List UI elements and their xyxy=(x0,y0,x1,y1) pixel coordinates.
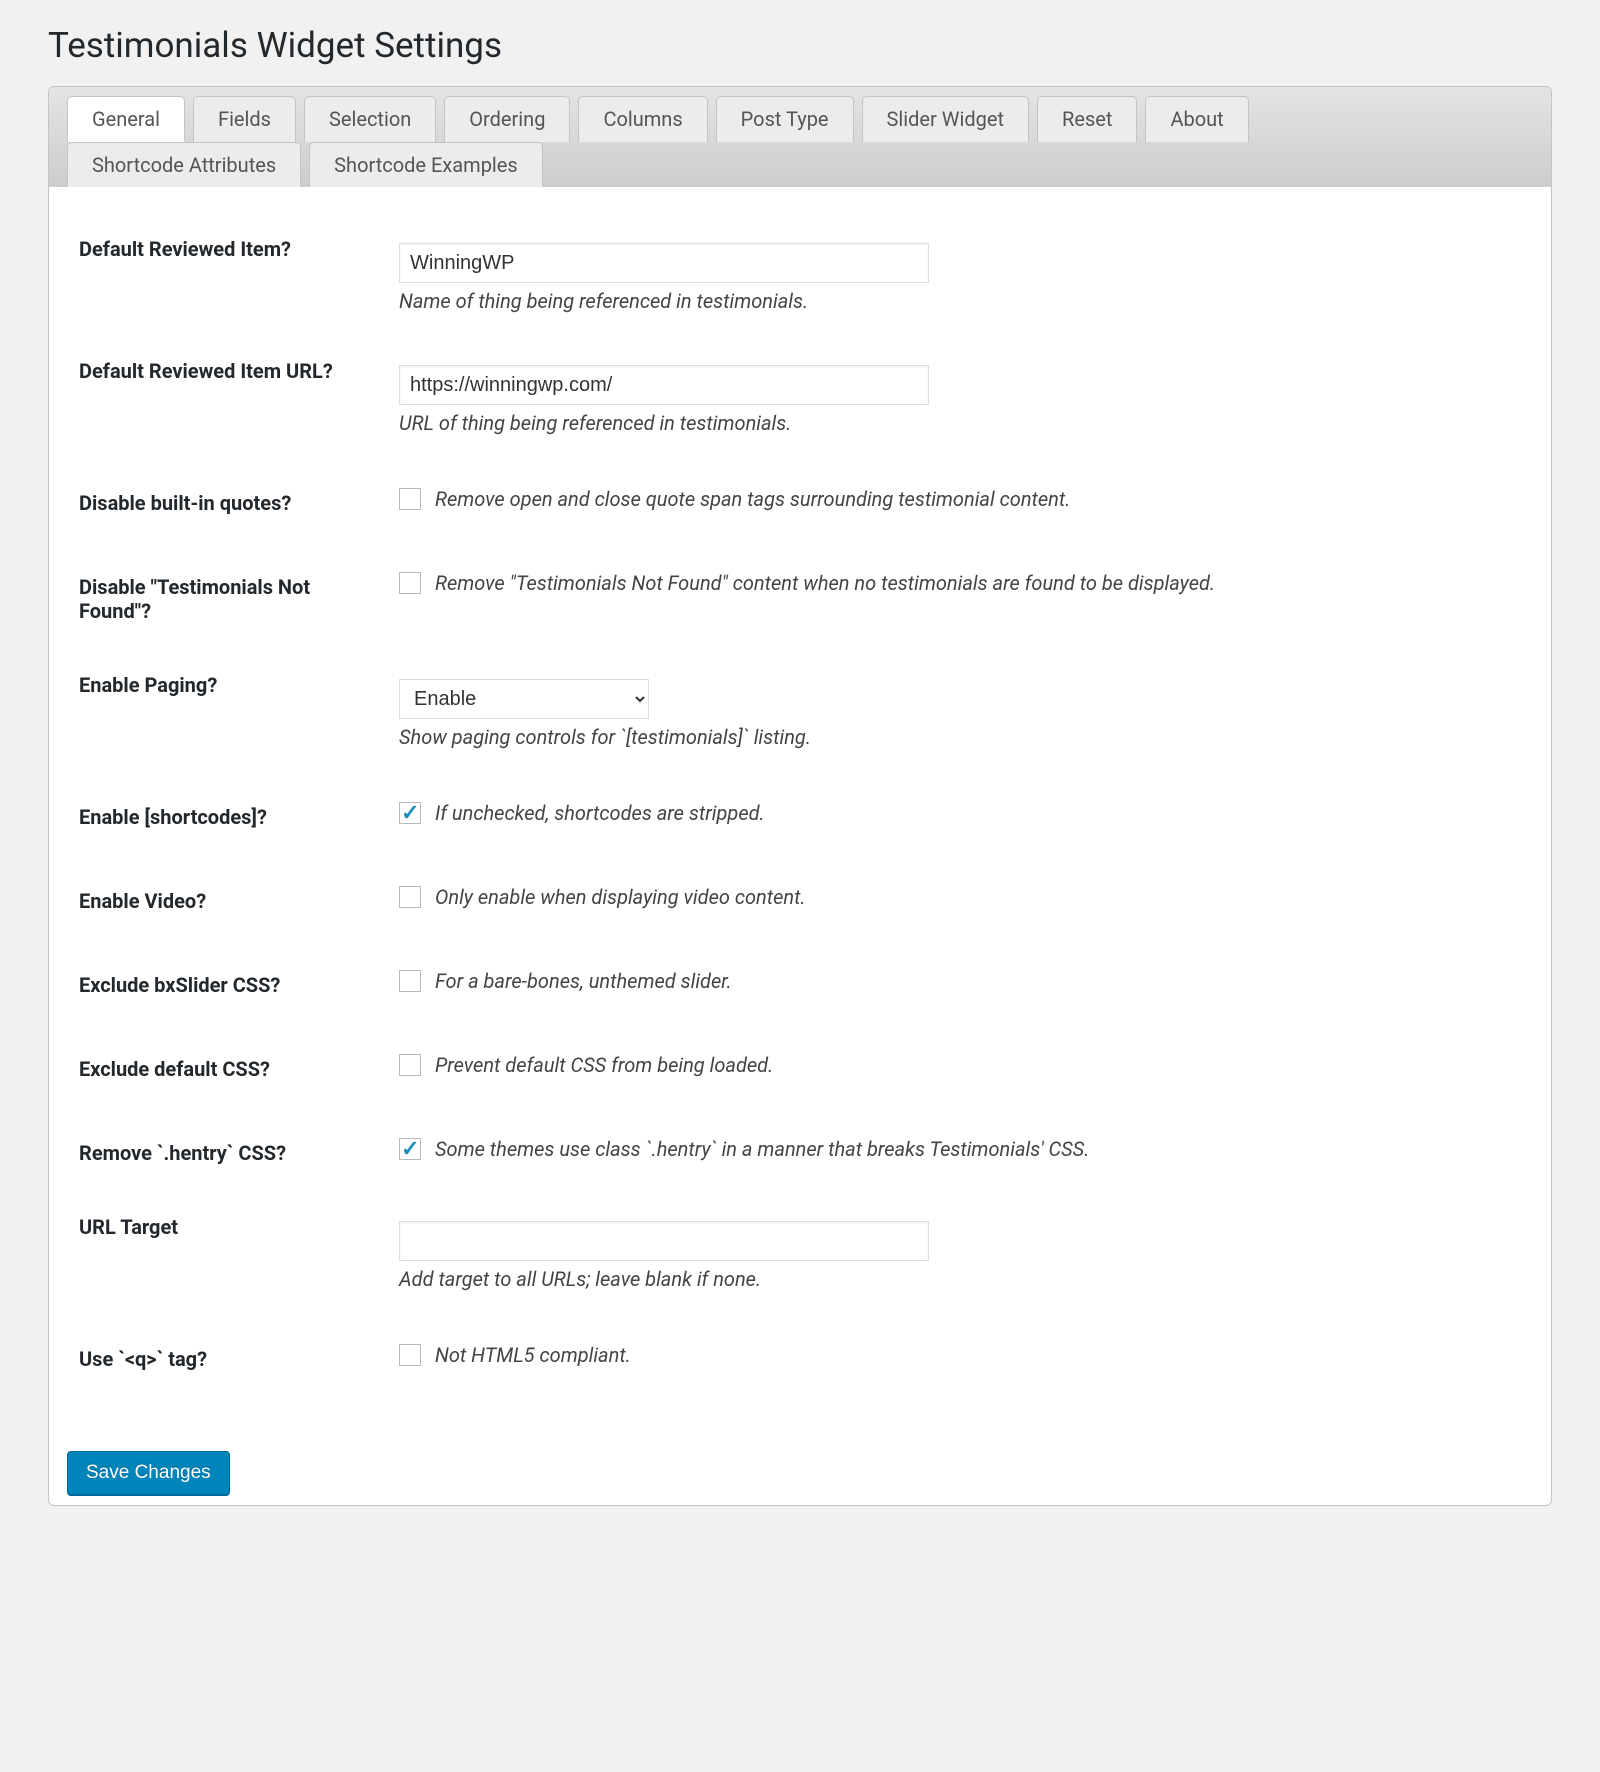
tab-fields[interactable]: Fields xyxy=(193,96,296,142)
tab-shortcode-examples[interactable]: Shortcode Examples xyxy=(309,142,543,187)
label-use-q-tag: Use `<q>` tag? xyxy=(79,1317,399,1401)
field-reviewed-item: Default Reviewed Item? Name of thing bei… xyxy=(79,217,1521,339)
label-reviewed-item: Default Reviewed Item? xyxy=(79,217,399,339)
submit-row: Save Changes xyxy=(49,1431,1551,1505)
checkbox-exclude-default-css[interactable] xyxy=(399,1054,421,1076)
label-enable-shortcodes: Enable [shortcodes]? xyxy=(79,775,399,859)
field-disable-not-found: Disable "Testimonials Not Found"? Remove… xyxy=(79,545,1521,653)
label-remove-hentry-css: Remove `.hentry` CSS? xyxy=(79,1111,399,1195)
desc-enable-paging: Show paging controls for `[testimonials]… xyxy=(399,725,1521,749)
tab-selection[interactable]: Selection xyxy=(304,96,436,142)
field-url-target: URL Target Add target to all URLs; leave… xyxy=(79,1195,1521,1317)
tab-slider-widget[interactable]: Slider Widget xyxy=(862,96,1030,142)
tab-shortcode-attributes[interactable]: Shortcode Attributes xyxy=(67,142,301,187)
tab-about[interactable]: About xyxy=(1145,96,1248,142)
tab-post-type[interactable]: Post Type xyxy=(716,96,854,142)
settings-body: Default Reviewed Item? Name of thing bei… xyxy=(49,187,1551,1431)
field-reviewed-item-url: Default Reviewed Item URL? URL of thing … xyxy=(79,339,1521,461)
field-remove-hentry-css: Remove `.hentry` CSS? Some themes use cl… xyxy=(79,1111,1521,1195)
label-disable-quotes: Disable built-in quotes? xyxy=(79,461,399,545)
label-enable-paging: Enable Paging? xyxy=(79,653,399,775)
label-exclude-bxslider-css: Exclude bxSlider CSS? xyxy=(79,943,399,1027)
desc-disable-not-found: Remove "Testimonials Not Found" content … xyxy=(435,571,1215,595)
field-enable-shortcodes: Enable [shortcodes]? If unchecked, short… xyxy=(79,775,1521,859)
desc-exclude-bxslider-css: For a bare-bones, unthemed slider. xyxy=(435,969,732,993)
tab-ordering[interactable]: Ordering xyxy=(444,96,570,142)
tabs-wrapper: General Fields Selection Ordering Column… xyxy=(49,87,1551,187)
desc-exclude-default-css: Prevent default CSS from being loaded. xyxy=(435,1053,773,1077)
desc-disable-quotes: Remove open and close quote span tags su… xyxy=(435,487,1070,511)
tab-row-1: General Fields Selection Ordering Column… xyxy=(67,95,1533,141)
tab-reset[interactable]: Reset xyxy=(1037,96,1137,142)
input-reviewed-item[interactable] xyxy=(399,243,929,283)
label-disable-not-found: Disable "Testimonials Not Found"? xyxy=(79,545,399,653)
desc-enable-shortcodes: If unchecked, shortcodes are stripped. xyxy=(435,801,765,825)
field-enable-video: Enable Video? Only enable when displayin… xyxy=(79,859,1521,943)
checkbox-enable-shortcodes[interactable] xyxy=(399,802,421,824)
form-table: Default Reviewed Item? Name of thing bei… xyxy=(79,217,1521,1401)
desc-use-q-tag: Not HTML5 compliant. xyxy=(435,1343,631,1367)
save-changes-button[interactable]: Save Changes xyxy=(67,1451,230,1495)
field-exclude-default-css: Exclude default CSS? Prevent default CSS… xyxy=(79,1027,1521,1111)
label-reviewed-item-url: Default Reviewed Item URL? xyxy=(79,339,399,461)
field-disable-quotes: Disable built-in quotes? Remove open and… xyxy=(79,461,1521,545)
tab-general[interactable]: General xyxy=(67,96,185,142)
checkbox-remove-hentry-css[interactable] xyxy=(399,1138,421,1160)
settings-wrap: Testimonials Widget Settings General Fie… xyxy=(0,0,1600,1554)
desc-remove-hentry-css: Some themes use class `.hentry` in a man… xyxy=(435,1137,1089,1161)
tab-columns[interactable]: Columns xyxy=(578,96,707,142)
desc-reviewed-item-url: URL of thing being referenced in testimo… xyxy=(399,411,1521,435)
field-enable-paging: Enable Paging? Enable Show paging contro… xyxy=(79,653,1521,775)
input-reviewed-item-url[interactable] xyxy=(399,365,929,405)
label-exclude-default-css: Exclude default CSS? xyxy=(79,1027,399,1111)
field-exclude-bxslider-css: Exclude bxSlider CSS? For a bare-bones, … xyxy=(79,943,1521,1027)
field-use-q-tag: Use `<q>` tag? Not HTML5 compliant. xyxy=(79,1317,1521,1401)
tab-row-2: Shortcode Attributes Shortcode Examples xyxy=(67,141,1533,186)
input-url-target[interactable] xyxy=(399,1221,929,1261)
select-enable-paging[interactable]: Enable xyxy=(399,679,649,719)
label-url-target: URL Target xyxy=(79,1195,399,1317)
checkbox-disable-not-found[interactable] xyxy=(399,572,421,594)
desc-url-target: Add target to all URLs; leave blank if n… xyxy=(399,1267,1521,1291)
checkbox-disable-quotes[interactable] xyxy=(399,488,421,510)
page-title: Testimonials Widget Settings xyxy=(48,25,1552,66)
checkbox-exclude-bxslider-css[interactable] xyxy=(399,970,421,992)
checkbox-use-q-tag[interactable] xyxy=(399,1344,421,1366)
label-enable-video: Enable Video? xyxy=(79,859,399,943)
desc-reviewed-item: Name of thing being referenced in testim… xyxy=(399,289,1521,313)
desc-enable-video: Only enable when displaying video conten… xyxy=(435,885,806,909)
checkbox-enable-video[interactable] xyxy=(399,886,421,908)
settings-box: General Fields Selection Ordering Column… xyxy=(48,86,1552,1506)
